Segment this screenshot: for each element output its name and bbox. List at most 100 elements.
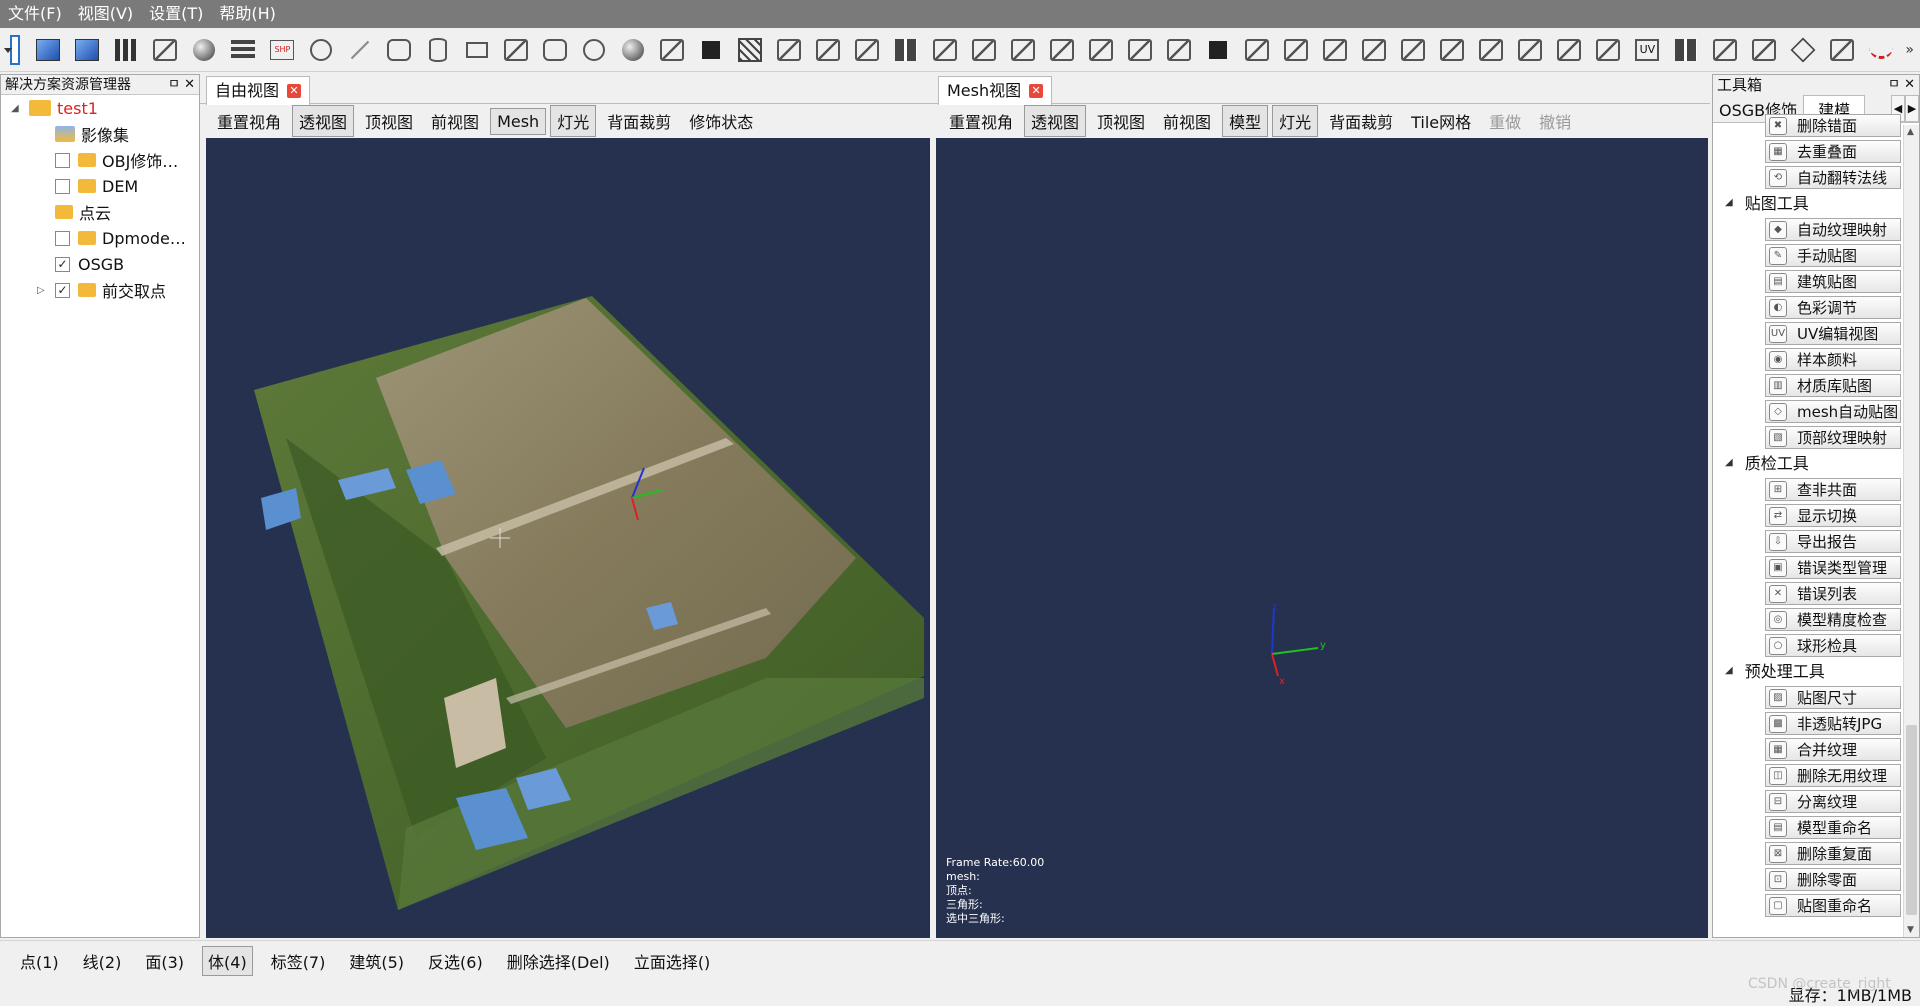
tool-button-1-3[interactable]: ◐ 色彩调节 <box>1765 296 1901 319</box>
tool-button-1-1[interactable]: ✎ 手动贴图 <box>1765 244 1901 267</box>
tree-item-2[interactable]: DEM <box>1 173 199 199</box>
collapse-triangle-icon[interactable]: ◢ <box>1725 197 1733 208</box>
rotate-icon[interactable] <box>1164 35 1194 65</box>
menu-item-3[interactable]: 帮助(H) <box>211 0 284 28</box>
plane-icon[interactable] <box>501 35 531 65</box>
mesh-view-btn-7[interactable]: Tile网格 <box>1404 105 1478 137</box>
free-view-btn-6[interactable]: 背面裁剪 <box>600 105 678 137</box>
tool-button-3-5[interactable]: ▤ 模型重命名 <box>1765 816 1901 839</box>
scale-icon[interactable] <box>1203 35 1233 65</box>
menu-item-0[interactable]: 文件(F) <box>0 0 70 28</box>
screen-icon[interactable] <box>1827 35 1857 65</box>
link-icon[interactable] <box>1047 35 1077 65</box>
tree-checkbox[interactable] <box>55 230 70 246</box>
expand-triangle-icon[interactable]: ◢ <box>11 103 21 114</box>
pin-icon[interactable] <box>1086 35 1116 65</box>
tree-item-0[interactable]: 影像集 <box>1 121 199 147</box>
free-view-btn-3[interactable]: 前视图 <box>424 105 486 137</box>
tool-button-1-0[interactable]: ◆ 自动纹理映射 <box>1765 218 1901 241</box>
tool-button-2-6[interactable]: ○ 球形检具 <box>1765 634 1901 657</box>
tool-button-2-0[interactable]: ⊞ 查非共面 <box>1765 478 1901 501</box>
free-view-btn-1[interactable]: 透视图 <box>292 105 355 137</box>
tool-button-3-2[interactable]: ▦ 合并纹理 <box>1765 738 1901 761</box>
line-tool-icon[interactable] <box>345 35 375 65</box>
scroll-up-icon[interactable]: ▲ <box>1907 127 1914 137</box>
point-edit-icon[interactable] <box>930 35 960 65</box>
menu-item-2[interactable]: 设置(T) <box>141 0 211 28</box>
tool-button-2-1[interactable]: ⇄ 显示切换 <box>1765 504 1901 527</box>
mesh-view-btn-1[interactable]: 透视图 <box>1024 105 1087 137</box>
triangle-cut-icon[interactable] <box>657 35 687 65</box>
tree-item-6[interactable]: ▷ ✓ 前交取点 <box>1 277 199 303</box>
tool-button-2-2[interactable]: ⇩ 导出报告 <box>1765 530 1901 553</box>
circle-icon[interactable] <box>579 35 609 65</box>
move-points-icon[interactable] <box>969 35 999 65</box>
hexagon-icon[interactable] <box>540 35 570 65</box>
paint-icon[interactable] <box>1398 35 1428 65</box>
tool-group-2[interactable]: ◢ 质检工具 <box>1713 449 1905 475</box>
pointer-move-icon[interactable] <box>1125 35 1155 65</box>
free-view-btn-4[interactable]: Mesh <box>490 107 547 135</box>
selection-mode-3[interactable]: 体(4) <box>202 945 253 976</box>
selection-mode-7[interactable]: 删除选择(Del) <box>501 946 616 976</box>
selection-mode-2[interactable]: 面(3) <box>139 946 190 976</box>
export-icon[interactable] <box>1437 35 1467 65</box>
scene-canvas[interactable] <box>206 138 930 938</box>
solid-box-icon[interactable] <box>72 35 102 65</box>
mesh-canvas[interactable]: z y x <box>936 138 1708 938</box>
tree-item-4[interactable]: Dpmode… <box>1 225 199 251</box>
cylinder-icon[interactable] <box>423 35 453 65</box>
mirror-icon[interactable] <box>1242 35 1272 65</box>
fill-icon[interactable] <box>1359 35 1389 65</box>
mesh-view-btn-2[interactable]: 顶视图 <box>1090 105 1152 137</box>
copy-icon[interactable] <box>1320 35 1350 65</box>
selection-mode-5[interactable]: 建筑(5) <box>343 946 410 976</box>
selection-mode-0[interactable]: 点(1) <box>14 946 65 976</box>
tool-button-1-4[interactable]: UV UV编辑视图 <box>1765 322 1901 345</box>
tool-button-3-8[interactable]: ▢ 贴图重命名 <box>1765 894 1901 917</box>
cube-icon[interactable] <box>1788 35 1818 65</box>
panel-controls[interactable]: ㅁ ✕ <box>1888 75 1915 95</box>
selection-mode-8[interactable]: 立面选择() <box>628 946 717 976</box>
close-icon[interactable]: ✕ <box>1029 84 1044 98</box>
free-view-btn-7[interactable]: 修饰状态 <box>682 105 760 137</box>
toolbar-overflow-icon[interactable]: » <box>1905 42 1914 58</box>
tool-button-1-6[interactable]: ▥ 材质库贴图 <box>1765 374 1901 397</box>
free-view-viewport[interactable] <box>206 138 930 938</box>
monitor-icon[interactable] <box>1749 35 1779 65</box>
tool-button-2-3[interactable]: ▣ 错误类型管理 <box>1765 556 1901 579</box>
split-icon[interactable] <box>1710 35 1740 65</box>
tool-button-3-3[interactable]: ◫ 删除无用纹理 <box>1765 764 1901 787</box>
tab-mesh-view[interactable]: Mesh视图 ✕ <box>938 76 1053 105</box>
scatter-icon[interactable] <box>813 35 843 65</box>
tool-button-0-0[interactable]: ✖ 删除错面 <box>1765 114 1901 137</box>
box-view-icon[interactable] <box>33 35 63 65</box>
tab-free-view[interactable]: 自由视图 ✕ <box>206 76 311 105</box>
tool-button-3-7[interactable]: ⊡ 删除零面 <box>1765 868 1901 891</box>
mesh-view-btn-6[interactable]: 背面裁剪 <box>1322 105 1400 137</box>
collapse-triangle-icon[interactable]: ◢ <box>1725 457 1733 468</box>
tree-checkbox[interactable]: ✓ <box>55 256 70 272</box>
grid-icon-2[interactable] <box>1671 35 1701 65</box>
mesh-view-btn-4[interactable]: 模型 <box>1222 105 1269 137</box>
tool-button-1-5[interactable]: ◉ 样本颜料 <box>1765 348 1901 371</box>
tool-button-3-1[interactable]: ▩ 非透贴转JPG <box>1765 712 1901 735</box>
chevron-right-icon[interactable]: ▶ <box>1905 95 1919 122</box>
shaded-sphere-icon[interactable] <box>618 35 648 65</box>
bars-icon[interactable] <box>111 35 141 65</box>
clip-icon[interactable] <box>852 35 882 65</box>
tree-checkbox[interactable] <box>55 178 70 194</box>
camera-icon[interactable] <box>1476 35 1506 65</box>
selection-mode-4[interactable]: 标签(7) <box>265 946 332 976</box>
transform-icon[interactable] <box>1008 35 1038 65</box>
fit-view-icon[interactable] <box>774 35 804 65</box>
hatch-icon[interactable] <box>735 35 765 65</box>
free-view-btn-0[interactable]: 重置视角 <box>210 105 288 137</box>
tool-button-1-8[interactable]: ▧ 顶部纹理映射 <box>1765 426 1901 449</box>
tool-button-2-4[interactable]: ✕ 错误列表 <box>1765 582 1901 605</box>
selection-mode-6[interactable]: 反选(6) <box>422 946 489 976</box>
mesh-view-viewport[interactable]: z y x Frame Rate:60.00 mesh: 顶点: 三角形: 选中… <box>936 138 1708 938</box>
tool-group-1[interactable]: ◢ 贴图工具 <box>1713 189 1905 215</box>
tool-button-3-0[interactable]: ▨ 贴图尺寸 <box>1765 686 1901 709</box>
tool-button-3-4[interactable]: ⊟ 分离纹理 <box>1765 790 1901 813</box>
